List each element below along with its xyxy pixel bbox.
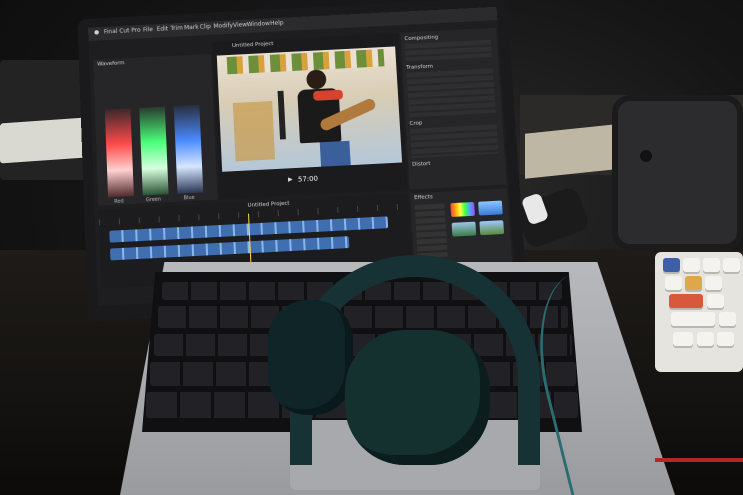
menu-item[interactable]: File [143,26,153,33]
scopes-panel: Waveform Red Green Blue [93,53,218,206]
effect-thumbnail[interactable] [451,221,477,237]
effects-categories[interactable] [414,203,448,260]
effect-thumbnail[interactable] [479,220,505,236]
flower-lei [313,89,344,101]
key [685,276,702,290]
menu-item[interactable]: Help [270,20,284,27]
channel-label-green: Green [145,196,162,204]
effects-title: Effects [414,194,433,202]
channel-label-blue: Blue [183,194,195,202]
inspector-section: Crop [409,120,423,127]
menu-item[interactable]: Mark [184,24,199,31]
effect-thumbnail[interactable] [450,201,476,217]
menu-item[interactable]: Edit [157,25,169,32]
person-head [306,69,327,90]
ukulele-wall [232,101,276,162]
effect-thumbnail[interactable] [478,200,503,216]
photo-scene: ● Final Cut Pro File Edit Trim Mark Clip… [0,0,743,495]
menu-item[interactable]: Trim [170,25,183,32]
headphones-right-cup [345,330,490,465]
apple-icon[interactable]: ● [94,29,99,36]
timeline-title: Untitled Project [247,200,290,209]
key [703,258,720,272]
key [669,294,703,308]
inspector-rows [404,39,493,62]
inspector-section: Distort [411,161,431,168]
menu-item[interactable]: Modify [213,22,233,30]
viewer-timecode: 57:00 [297,174,319,184]
video-frame [216,46,403,172]
key [705,276,722,290]
key [697,332,714,346]
menu-item[interactable]: Clip [200,23,211,30]
key [665,276,682,290]
scopes-title: Waveform [97,60,125,68]
key [719,312,736,326]
viewer-title: Untitled Project [231,41,274,50]
waveform-blue [173,104,204,194]
headphones-left-cup [268,300,353,415]
microphone-stand [277,90,286,140]
key [717,332,734,346]
viewer-panel: Untitled Project 57:00 ▶ [212,32,408,200]
flower-garland [226,48,385,75]
jeans [319,140,351,167]
inspector-rows [406,68,496,118]
play-icon[interactable]: ▶ [288,176,293,183]
waveform-red [104,108,134,198]
key [683,258,700,272]
smartwatch [514,185,591,250]
inspector-section: Compositing [404,34,439,43]
menu-item[interactable]: View [233,21,247,28]
inspector-rows [409,124,499,159]
red-cable [655,458,743,462]
mechanical-keyboard [655,252,743,372]
channel-label-red: Red [114,198,124,205]
console-button [640,150,652,162]
key [663,258,680,272]
menu-item[interactable]: Final Cut Pro [104,27,141,36]
waveform-green [139,106,169,196]
key [673,332,693,346]
menu-item[interactable]: Window [247,20,270,28]
game-console [612,95,743,250]
key [723,258,740,272]
inspector-section: Transform [406,63,434,71]
key [671,312,715,326]
key [707,294,724,308]
inspector-panel: Compositing Transform Crop Distort [400,27,507,190]
